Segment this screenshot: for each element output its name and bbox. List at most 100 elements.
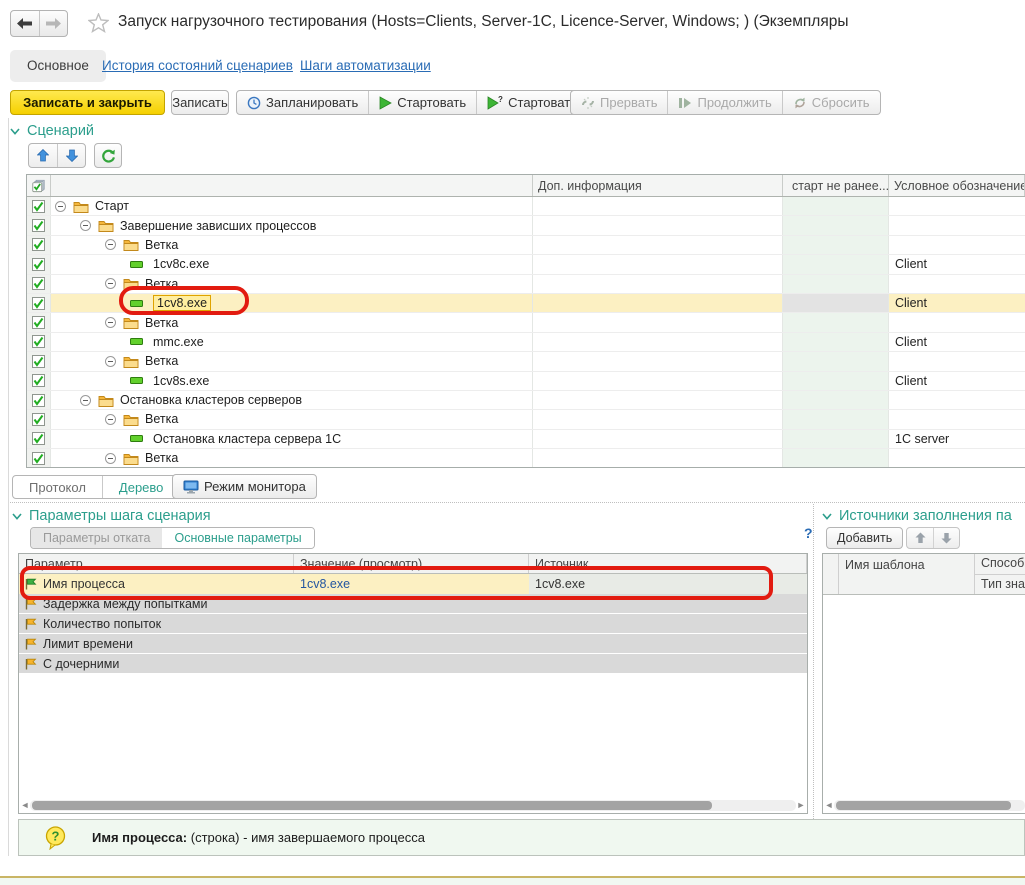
save-button[interactable]: Записать [171, 90, 229, 115]
extra-info-cell[interactable] [533, 255, 783, 273]
forward-button[interactable] [39, 11, 68, 36]
sources-horizontal-scrollbar[interactable]: ◄ [824, 799, 1025, 812]
extra-info-cell[interactable] [533, 216, 783, 234]
start-not-earlier-cell[interactable] [783, 410, 889, 428]
param-row[interactable]: Лимит времени [19, 634, 807, 654]
tree-row[interactable]: mmc.exe Client [27, 333, 1025, 352]
source-up-button[interactable] [907, 528, 933, 548]
tree-name-cell[interactable]: Ветка [51, 449, 533, 467]
step-params-section-header[interactable]: Параметры шага сценария [12, 508, 211, 524]
conditional-cell[interactable] [889, 236, 1025, 254]
main-params-button[interactable]: Основные параметры [162, 528, 313, 548]
vertical-splitter[interactable] [813, 504, 814, 855]
conditional-cell[interactable]: Client [889, 333, 1025, 351]
tree-name-cell[interactable]: Ветка [51, 352, 533, 370]
row-checkbox[interactable] [27, 255, 51, 273]
tree-row[interactable]: Ветка [27, 410, 1025, 429]
tree-row[interactable]: 1cv8s.exe Client [27, 372, 1025, 391]
start-not-earlier-cell[interactable] [783, 430, 889, 448]
back-button[interactable] [11, 11, 39, 36]
collapse-icon[interactable] [55, 201, 66, 212]
schedule-button[interactable]: Запланировать [237, 91, 368, 114]
view-tree-button[interactable]: Дерево [102, 476, 179, 498]
tab-scenario-history[interactable]: История состояний сценариев [102, 58, 293, 73]
value-column-header[interactable]: Значение (просмотр) [294, 554, 529, 573]
collapse-icon[interactable] [105, 317, 116, 328]
param-value-cell[interactable]: 1cv8.exe [294, 574, 529, 594]
tree-row[interactable]: Остановка кластера сервера 1С 1C server [27, 430, 1025, 449]
param-column-header[interactable]: Параметр [19, 554, 294, 573]
collapse-icon[interactable] [105, 278, 116, 289]
param-row[interactable]: Задержка между попытками [19, 594, 807, 614]
extra-info-cell[interactable] [533, 449, 783, 467]
source-down-button[interactable] [933, 528, 959, 548]
extra-info-column-header[interactable]: Доп. информация [533, 175, 783, 196]
move-down-button[interactable] [57, 144, 85, 167]
extra-info-cell[interactable] [533, 313, 783, 331]
row-checkbox[interactable] [27, 216, 51, 234]
scroll-left-icon[interactable]: ◄ [20, 799, 30, 812]
row-checkbox[interactable] [27, 430, 51, 448]
tree-row[interactable]: Ветка [27, 236, 1025, 255]
save-and-close-button[interactable]: Записать и закрыть [10, 90, 165, 115]
row-checkbox[interactable] [27, 313, 51, 331]
param-row[interactable]: С дочерними [19, 654, 807, 674]
move-up-button[interactable] [29, 144, 57, 167]
collapse-icon[interactable] [105, 453, 116, 464]
tree-row[interactable]: Остановка кластеров серверов [27, 391, 1025, 410]
tree-name-cell[interactable]: Завершение зависших процессов [51, 216, 533, 234]
scenario-section-header[interactable]: Сценарий [10, 123, 94, 139]
view-protocol-button[interactable]: Протокол [13, 476, 102, 498]
collapse-icon[interactable] [80, 220, 91, 231]
start-not-earlier-cell[interactable] [783, 275, 889, 293]
row-checkbox[interactable] [27, 236, 51, 254]
scroll-left-icon[interactable]: ◄ [824, 799, 834, 812]
start-not-earlier-cell[interactable] [783, 294, 889, 312]
collapse-icon[interactable] [80, 395, 91, 406]
tree-name-cell[interactable]: Остановка кластера сервера 1С [51, 430, 533, 448]
extra-info-cell[interactable] [533, 275, 783, 293]
extra-info-cell[interactable] [533, 430, 783, 448]
tree-row[interactable]: Ветка [27, 449, 1025, 468]
tab-main[interactable]: Основное [10, 50, 106, 82]
conditional-cell[interactable]: Client [889, 372, 1025, 390]
tree-name-cell[interactable]: mmc.exe [51, 333, 533, 351]
row-checkbox[interactable] [27, 275, 51, 293]
tree-name-cell[interactable]: 1cv8.exe [51, 294, 533, 312]
template-name-column-header[interactable]: Имя шаблона [839, 554, 975, 594]
tree-row[interactable]: Ветка [27, 352, 1025, 371]
conditional-cell[interactable] [889, 352, 1025, 370]
tree-row[interactable]: Старт [27, 197, 1025, 216]
extra-info-cell[interactable] [533, 410, 783, 428]
row-checkbox[interactable] [27, 352, 51, 370]
extra-info-cell[interactable] [533, 391, 783, 409]
tree-row[interactable]: 1cv8.exeClient [27, 294, 1025, 313]
conditional-cell[interactable]: Client [889, 255, 1025, 273]
conditional-cell[interactable] [889, 197, 1025, 215]
method-column-header[interactable]: Способ з [975, 554, 1025, 574]
tree-row[interactable]: Завершение зависших процессов [27, 216, 1025, 235]
param-row[interactable]: Количество попыток [19, 614, 807, 634]
extra-info-cell[interactable] [533, 236, 783, 254]
rollback-params-button[interactable]: Параметры отката [31, 528, 162, 548]
monitor-mode-button[interactable]: Режим монитора [172, 474, 317, 499]
check-all-header-cell[interactable] [27, 175, 51, 196]
row-checkbox[interactable] [27, 391, 51, 409]
conditional-cell[interactable]: 1C server [889, 430, 1025, 448]
conditional-cell[interactable] [889, 275, 1025, 293]
refresh-button[interactable] [94, 143, 122, 168]
tree-name-cell[interactable]: Ветка [51, 313, 533, 331]
collapse-icon[interactable] [105, 239, 116, 250]
extra-info-cell[interactable] [533, 197, 783, 215]
start-not-earlier-cell[interactable] [783, 372, 889, 390]
tree-name-cell[interactable]: Остановка кластеров серверов [51, 391, 533, 409]
resume-button[interactable]: Продолжить [667, 91, 781, 114]
scrollbar-thumb[interactable] [32, 801, 712, 810]
tree-name-column-header[interactable] [51, 175, 533, 196]
conditional-cell[interactable] [889, 216, 1025, 234]
start-not-earlier-cell[interactable] [783, 197, 889, 215]
start-not-earlier-cell[interactable] [783, 449, 889, 467]
tree-name-cell[interactable]: 1cv8s.exe [51, 372, 533, 390]
extra-info-cell[interactable] [533, 333, 783, 351]
extra-info-cell[interactable] [533, 352, 783, 370]
